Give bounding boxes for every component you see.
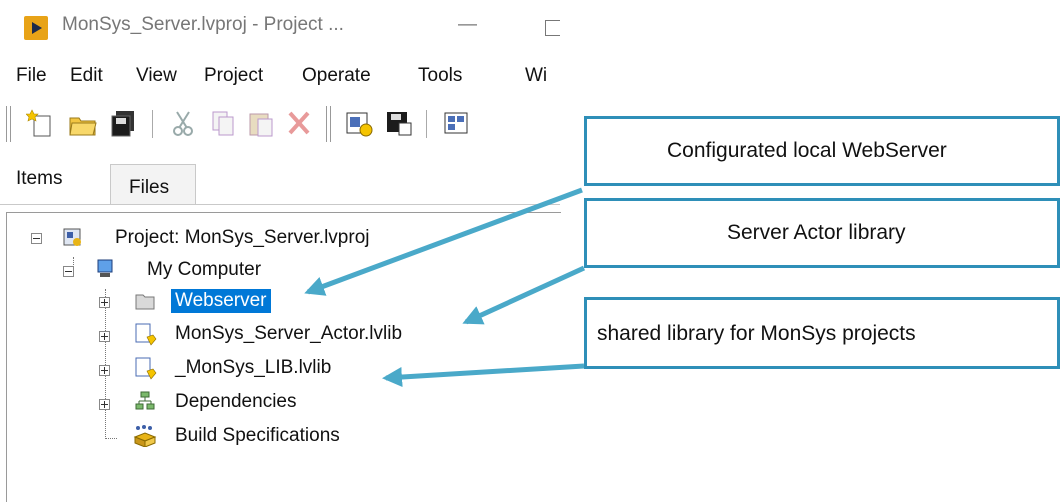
dependencies-expand-toggle[interactable] bbox=[99, 399, 110, 410]
tab-bar: Items Files bbox=[0, 160, 560, 205]
callout-webserver-text: Configurated local WebServer bbox=[667, 139, 947, 162]
menu-window[interactable]: Wi bbox=[525, 65, 547, 87]
delete-icon[interactable] bbox=[284, 108, 314, 138]
toolbar-grip[interactable] bbox=[6, 106, 11, 142]
view-icon[interactable] bbox=[442, 108, 472, 138]
open-icon[interactable] bbox=[68, 108, 98, 138]
tree-item-monsys-lib[interactable]: _MonSys_LIB.lvlib bbox=[175, 357, 331, 379]
maximize-button[interactable] bbox=[545, 20, 560, 36]
build-icon[interactable] bbox=[344, 108, 374, 138]
callout-shared-library: shared library for MonSys projects bbox=[584, 297, 1060, 369]
callout-shared-library-text: shared library for MonSys projects bbox=[597, 322, 916, 345]
window-title: MonSys_Server.lvproj - Project ... bbox=[62, 14, 344, 35]
toolbar-separator bbox=[426, 110, 427, 138]
tab-files-label: Files bbox=[129, 177, 170, 198]
menu-bar: File Edit View Project Operate Tools Wi bbox=[0, 60, 560, 92]
project-tree: Project: MonSys_Server.lvproj My Compute… bbox=[6, 212, 561, 502]
callout-server-actor: Server Actor library bbox=[584, 198, 1060, 268]
webserver-expand-toggle[interactable] bbox=[99, 297, 110, 308]
menu-operate[interactable]: Operate bbox=[302, 65, 371, 87]
project-collapse-toggle[interactable] bbox=[31, 233, 42, 244]
title-bar: MonSys_Server.lvproj - Project ... — bbox=[0, 0, 560, 56]
library-icon bbox=[135, 323, 157, 346]
save-all-icon[interactable] bbox=[108, 108, 138, 138]
paste-icon[interactable] bbox=[246, 108, 276, 138]
monsys-lib-expand-toggle[interactable] bbox=[99, 365, 110, 376]
menu-project[interactable]: Project bbox=[204, 65, 263, 87]
server-actor-expand-toggle[interactable] bbox=[99, 331, 110, 342]
tree-item-server-actor[interactable]: MonSys_Server_Actor.lvlib bbox=[175, 323, 402, 345]
tree-item-project[interactable]: Project: MonSys_Server.lvproj bbox=[115, 227, 370, 249]
tab-divider bbox=[0, 204, 560, 205]
minimize-button[interactable]: — bbox=[458, 14, 477, 36]
toolbar-grip[interactable] bbox=[326, 106, 331, 142]
computer-icon bbox=[97, 259, 113, 277]
toolbar bbox=[0, 98, 560, 158]
my-computer-collapse-toggle[interactable] bbox=[63, 266, 74, 277]
tree-item-my-computer[interactable]: My Computer bbox=[147, 259, 261, 281]
copy-icon[interactable] bbox=[208, 108, 238, 138]
callout-server-actor-text: Server Actor library bbox=[727, 221, 906, 244]
tab-files[interactable]: Files bbox=[110, 164, 196, 205]
callout-webserver: Configurated local WebServer bbox=[584, 116, 1060, 186]
save-icon[interactable] bbox=[384, 108, 414, 138]
tree-item-dependencies[interactable]: Dependencies bbox=[175, 391, 296, 413]
dependencies-icon bbox=[135, 391, 155, 410]
build-specifications-icon bbox=[133, 425, 157, 447]
library-icon bbox=[135, 357, 157, 380]
menu-edit[interactable]: Edit bbox=[70, 65, 103, 87]
tree-item-webserver[interactable]: Webserver bbox=[171, 289, 271, 313]
tree-item-build-specifications[interactable]: Build Specifications bbox=[175, 425, 340, 447]
new-icon[interactable] bbox=[26, 108, 56, 138]
tab-items[interactable]: Items bbox=[16, 168, 62, 190]
menu-view[interactable]: View bbox=[136, 65, 177, 87]
folder-icon bbox=[135, 294, 155, 310]
menu-tools[interactable]: Tools bbox=[418, 65, 462, 87]
cut-icon[interactable] bbox=[168, 108, 198, 138]
labview-app-icon bbox=[24, 16, 48, 40]
toolbar-separator bbox=[152, 110, 153, 138]
menu-file[interactable]: File bbox=[16, 65, 47, 87]
project-icon bbox=[63, 228, 81, 246]
